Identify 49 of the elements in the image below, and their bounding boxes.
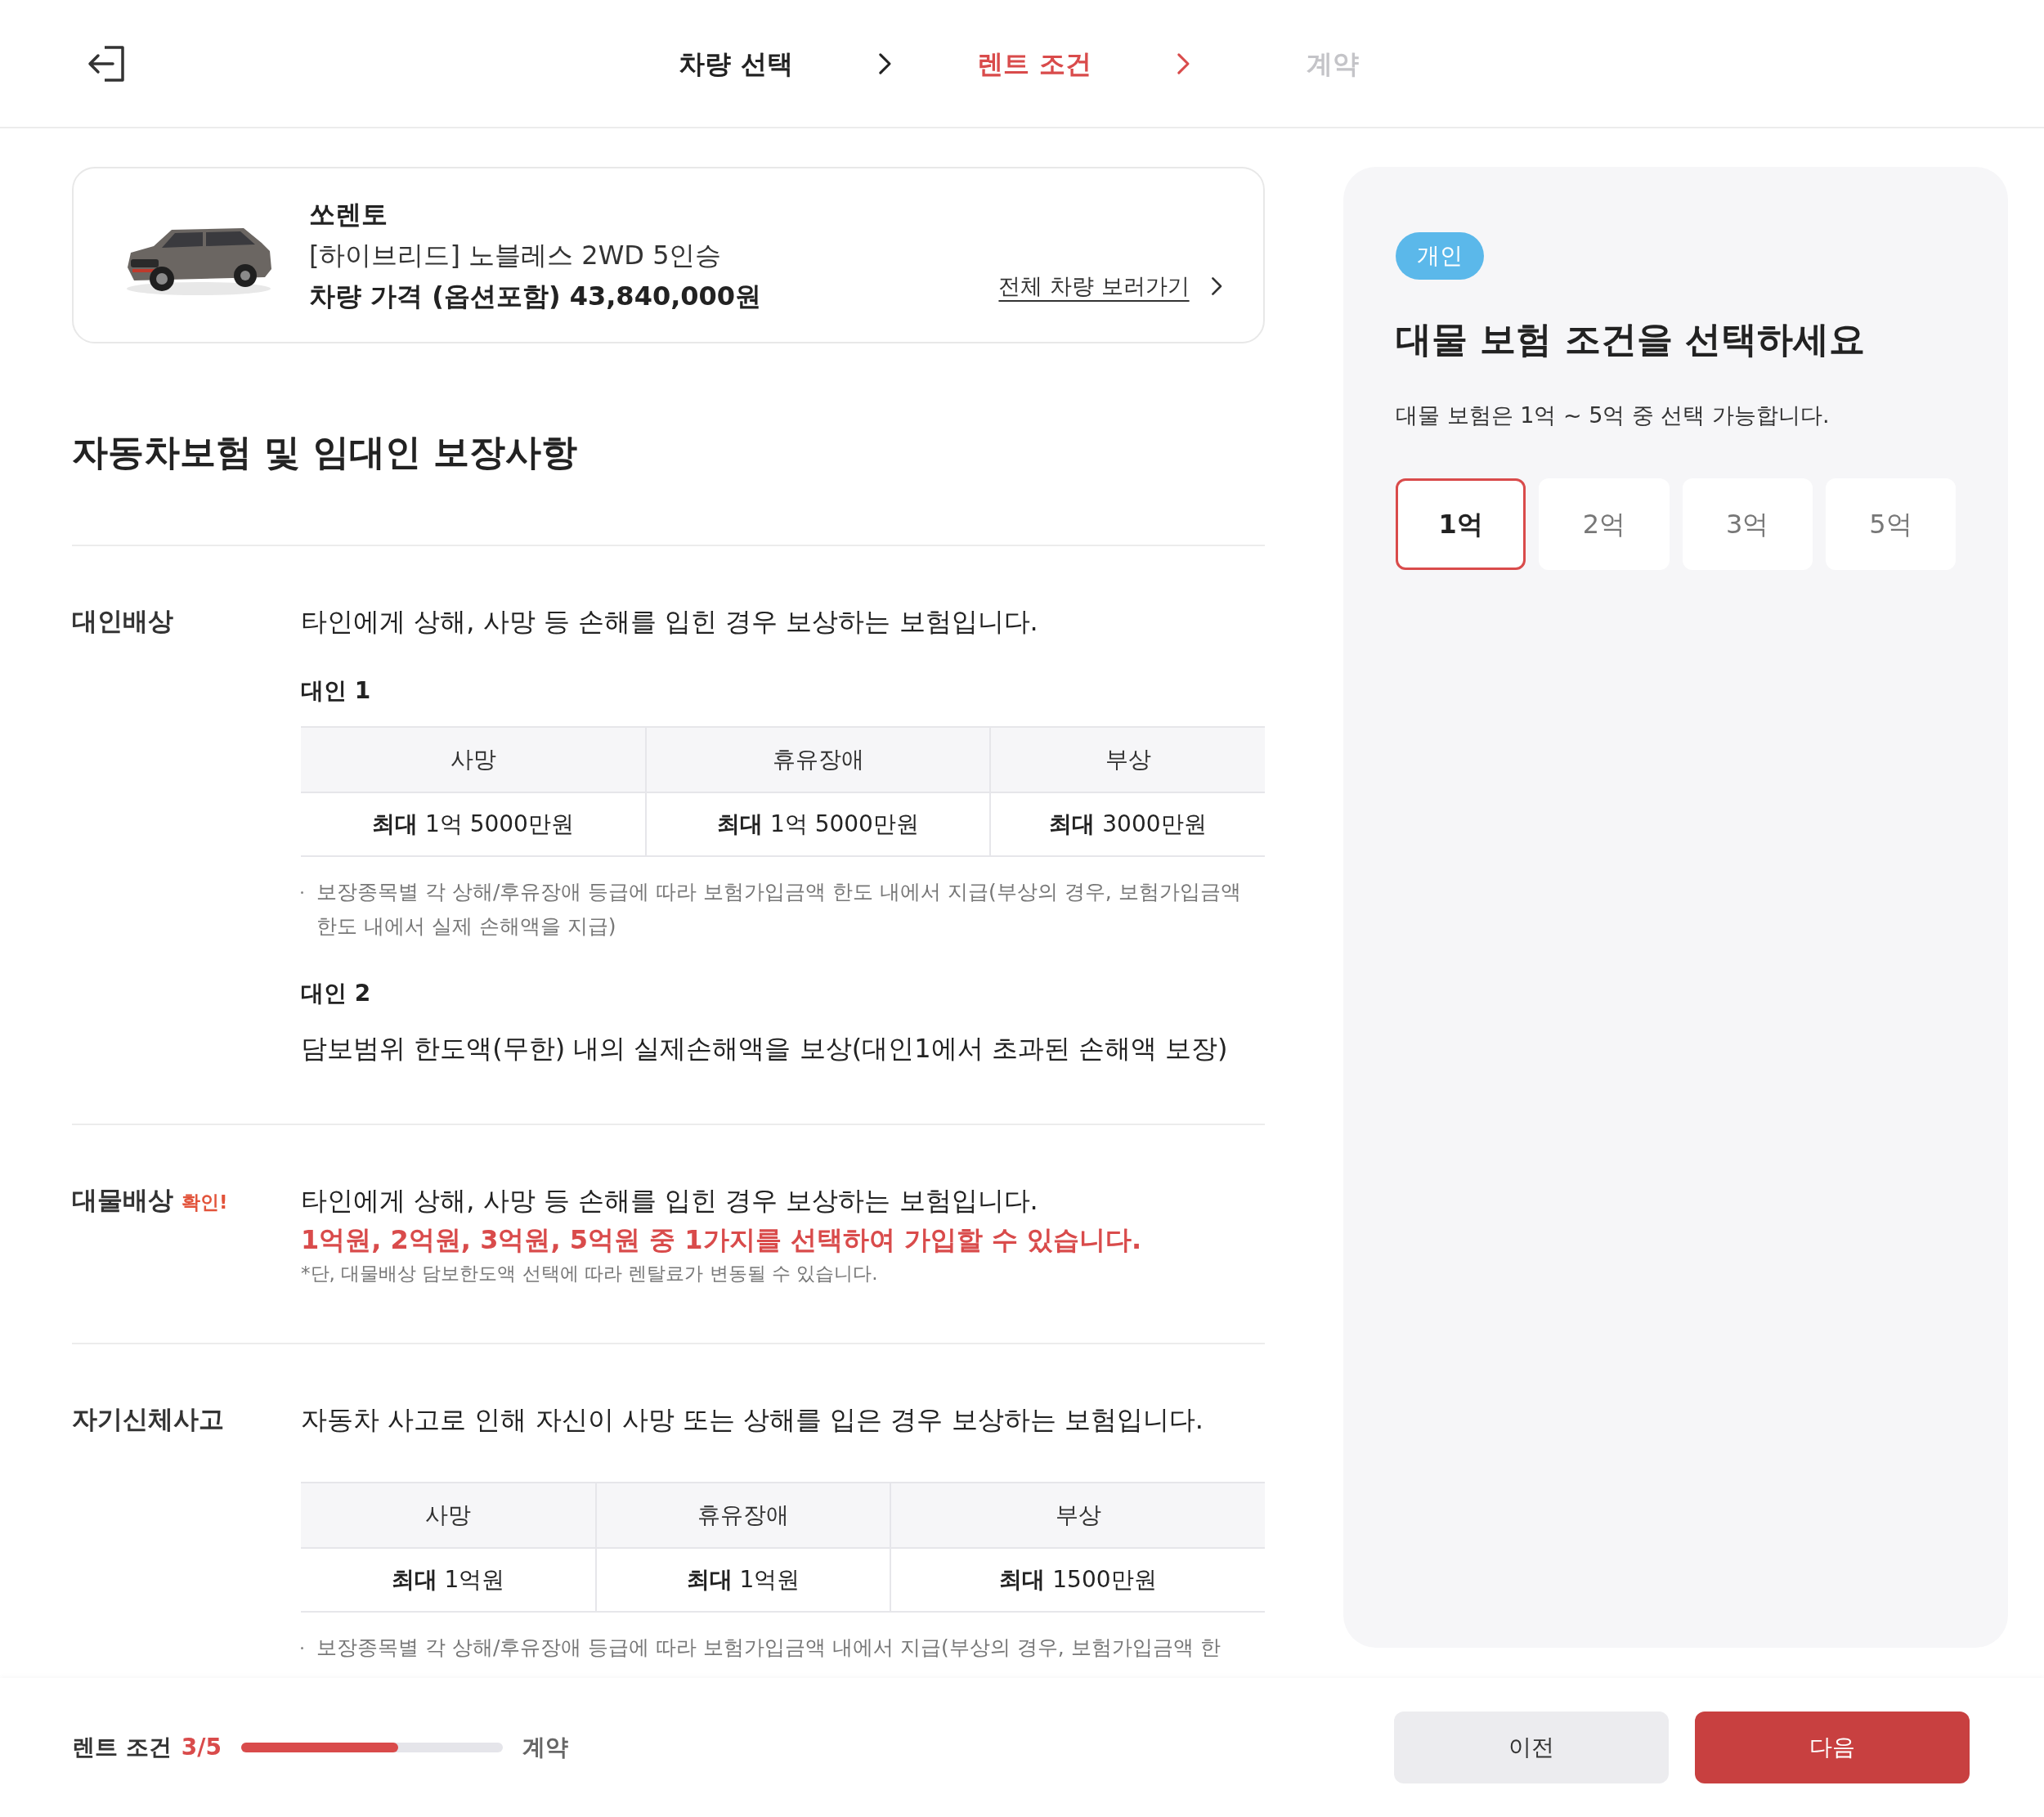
chevron-right-icon	[1210, 276, 1222, 296]
section-label: 대인배상	[72, 605, 173, 637]
highlight-text: 1억원, 2억원, 3억원, 5억원 중 1가지를 선택하여 가입할 수 있습니다.	[301, 1223, 1143, 1257]
panel-title: 대물 보험 조건을 선택하세요	[1396, 317, 1866, 361]
car-price: 차량 가격 (옵션포함) 43,840,000원	[309, 280, 763, 313]
note-text: 보장종목별 각 상해/후유장애 등급에 따라 보험가입금액 한도 내에서 지급(부상의 경우, 보험가입금액 한도 내에서 실제 손해액을 지급)	[316, 879, 1242, 940]
table-header-cell: 사망	[301, 1483, 595, 1549]
section-label: 자기신체사고	[72, 1403, 224, 1435]
car-trim: [하이브리드] 노블레스 2WD 5인승	[309, 239, 723, 272]
current-step-label: 렌트 조건	[72, 1733, 172, 1762]
description-text: 담보범위 한도액(무한) 내의 실제손해액을 보상(대인1에서 초과된 손해액 보장)	[301, 1032, 1229, 1066]
table-header-cell: 휴유장애	[595, 1483, 890, 1549]
table-header-cell: 사망	[301, 728, 645, 793]
amount-option[interactable]: 1억	[1396, 478, 1526, 570]
table-cell: 최대 1500만원	[890, 1549, 1265, 1611]
table-cell-text: 최대 1억 5000만원	[371, 810, 575, 839]
car-name: 쏘렌토	[309, 198, 388, 231]
table-header-cell: 부상	[989, 728, 1265, 793]
next-button[interactable]: 다음	[1695, 1712, 1970, 1783]
next-step-label: 계약	[522, 1733, 568, 1762]
subheading: 대인 1	[301, 676, 372, 706]
confirm-label: 확인!	[182, 1191, 228, 1214]
step-label: 차량 선택	[678, 47, 794, 81]
description-text: 타인에게 상해, 사망 등 손해를 입힌 경우 보상하는 보험입니다.	[301, 605, 1039, 639]
chevron-right-icon	[878, 52, 892, 75]
section-title: 자동차보험 및 임대인 보장사항	[72, 430, 578, 474]
step-label: 계약	[1306, 47, 1360, 81]
table-cell: 최대 3000만원	[989, 793, 1265, 855]
amount-option[interactable]: 2억	[1539, 478, 1670, 570]
view-all-cars-link[interactable]: 전체 차량 보러가기	[998, 269, 1222, 303]
amount-option[interactable]: 5억	[1825, 478, 1956, 570]
table-header-cell: 부상	[890, 1483, 1265, 1549]
table-cell: 최대 1억 5000만원	[645, 793, 989, 855]
description-text: 타인에게 상해, 사망 등 손해를 입힌 경우 보상하는 보험입니다.	[301, 1184, 1039, 1218]
subheading: 대인 2	[301, 979, 372, 1008]
table-header-cell: 휴유장애	[645, 728, 989, 793]
note-text: 보장종목별 각 상해/후유장애 등급에 따라 보험가입금액 내에서 지급(부상의 경우, 보험가입금액 한	[316, 1635, 1221, 1661]
previous-button[interactable]: 이전	[1394, 1712, 1669, 1783]
step-count: 3/5	[181, 1733, 222, 1762]
table-cell-text: 최대 1억원	[390, 1565, 506, 1595]
chevron-right-icon	[1177, 52, 1190, 75]
amount-option[interactable]: 3억	[1682, 478, 1813, 570]
panel-subtitle: 대물 보험은 1억 ~ 5억 중 선택 가능합니다.	[1396, 402, 1831, 429]
section-label: 대물배상	[72, 1184, 173, 1216]
step-label: 렌트 조건	[976, 47, 1092, 81]
table-cell: 최대 1억원	[595, 1549, 890, 1611]
description-text: 자동차 사고로 인해 자신이 사망 또는 상해를 입은 경우 보상하는 보험입니다.	[301, 1403, 1204, 1437]
personal-badge: 개인	[1396, 232, 1484, 280]
footnote-text: *단, 대물배상 담보한도액 선택에 따라 렌탈료가 변동될 수 있습니다.	[301, 1262, 879, 1285]
